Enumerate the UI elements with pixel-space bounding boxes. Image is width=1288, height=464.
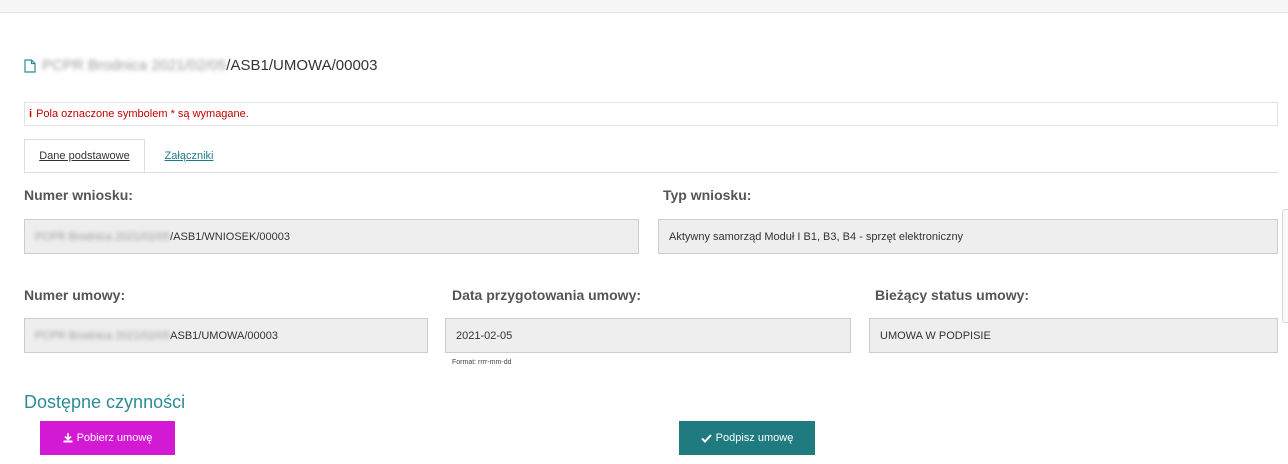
tab-bar: Dane podstawowe Załączniki [24,139,1278,173]
typ-wniosku-label: Typ wniosku: [663,187,752,203]
required-fields-notice: i Pola oznaczone symbolem * są wymagane. [24,102,1278,126]
data-przygotowania-label: Data przygotowania umowy: [452,287,642,303]
numer-umowy-field[interactable]: PCPR Brodnica 2021/02/05 ASB1/UMOWA/0000… [24,318,428,353]
typ-wniosku-field[interactable]: Aktywny samorząd Moduł I B1, B3, B4 - sp… [658,219,1278,254]
download-contract-label: Pobierz umowę [76,432,153,444]
numer-umowy-suffix: ASB1/UMOWA/00003 [170,329,278,342]
sign-contract-button[interactable]: Podpisz umowę [679,421,815,455]
tab-dane-podstawowe[interactable]: Dane podstawowe [24,139,145,172]
numer-wniosku-suffix: /ASB1/WNIOSEK/00003 [170,230,290,243]
status-umowy-field[interactable]: UMOWA W PODPISIE [869,318,1278,353]
document-icon [24,58,36,73]
status-umowy-label: Bieżący status umowy: [875,287,1030,303]
data-przygotowania-field[interactable]: 2021-02-05 [445,318,851,353]
numer-wniosku-redacted: PCPR Brodnica 2021/02/05 [35,230,171,243]
numer-wniosku-field[interactable]: PCPR Brodnica 2021/02/05 /ASB1/WNIOSEK/0… [24,219,639,254]
numer-umowy-redacted: PCPR Brodnica 2021/02/05 [35,329,171,342]
document-title-redacted: PCPR Brodnica 2021/02/05 [42,57,227,74]
sign-contract-label: Podpisz umowę [715,432,794,444]
check-icon [700,433,712,443]
download-contract-button[interactable]: Pobierz umowę [40,421,175,455]
document-title-suffix: /ASB1/UMOWA/00003 [226,57,378,74]
numer-umowy-label: Numer umowy: [24,287,126,303]
date-format-hint: Format: rrrr-mm-dd [452,359,512,366]
side-scroll-handle[interactable] [1282,209,1288,323]
tab-zalaczniki[interactable]: Załączniki [157,139,221,172]
required-notice-text: Pola oznaczone symbolem * są wymagane. [36,108,249,120]
download-icon [63,433,73,443]
main-panel: PCPR Brodnica 2021/02/05 /ASB1/UMOWA/000… [0,12,1288,464]
numer-wniosku-label: Numer wniosku: [24,187,133,203]
document-title: PCPR Brodnica 2021/02/05 /ASB1/UMOWA/000… [24,57,377,74]
available-actions-title: Dostępne czynności [24,392,186,412]
info-icon: i [29,108,33,120]
